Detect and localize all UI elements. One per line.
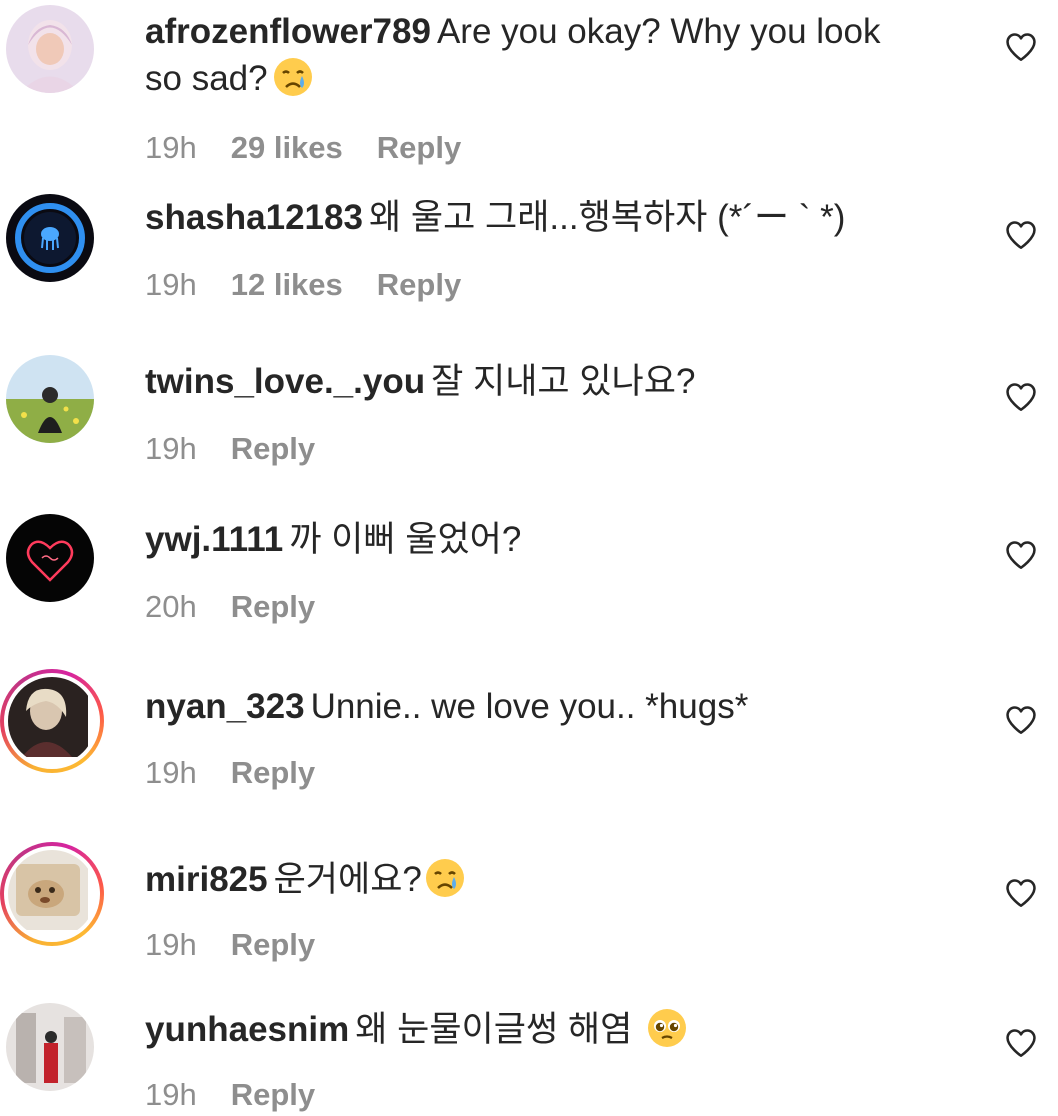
crying-face-emoji-icon (273, 58, 312, 96)
comment-time: 19h (145, 431, 197, 466)
comment-meta: 19h Reply (145, 927, 349, 963)
comment-meta: 19h 29 likes Reply (145, 130, 495, 166)
comment-likes[interactable]: 29 likes (231, 130, 343, 165)
heart-outline-icon[interactable] (1004, 218, 1038, 252)
avatar-image (6, 1003, 94, 1091)
reply-button[interactable]: Reply (231, 755, 315, 790)
comment-likes[interactable]: 12 likes (231, 267, 343, 302)
avatar[interactable] (6, 514, 94, 602)
avatar[interactable] (6, 5, 94, 93)
avatar-story-ring[interactable] (0, 842, 104, 946)
reply-button[interactable]: Reply (231, 589, 315, 624)
comment-text: yunhaesnim 왜 눈물이글썽 해염 (145, 1006, 925, 1053)
heart-outline-icon[interactable] (1004, 538, 1038, 572)
avatar[interactable] (6, 355, 94, 443)
heart-outline-icon[interactable] (1004, 876, 1038, 910)
avatar-story-ring[interactable] (0, 669, 104, 773)
avatar[interactable] (6, 1003, 94, 1091)
comment-message: 왜 눈물이글썽 해염 (355, 1010, 633, 1049)
pleading-face-emoji-icon (648, 1009, 687, 1047)
avatar-image (8, 850, 88, 930)
reply-button[interactable]: Reply (377, 267, 461, 302)
comment-username[interactable]: twins_love._.you (145, 362, 425, 401)
comment-time: 19h (145, 755, 197, 790)
comment-meta: 19h Reply (145, 1077, 349, 1113)
heart-outline-icon[interactable] (1004, 380, 1038, 414)
reply-button[interactable]: Reply (377, 130, 461, 165)
comment-meta: 19h 12 likes Reply (145, 267, 495, 303)
comment-text: miri825 운거에요? (145, 856, 925, 903)
comment-username[interactable]: nyan_323 (145, 687, 305, 726)
comment-message: Unnie.. we love you.. *hugs* (310, 687, 749, 726)
comment-time: 19h (145, 927, 197, 962)
comment-username[interactable]: afrozenflower789 (145, 12, 431, 51)
comment-text: nyan_323 Unnie.. we love you.. *hugs* (145, 683, 925, 730)
reply-button[interactable]: Reply (231, 927, 315, 962)
comment-text: twins_love._.you 잘 지내고 있나요? (145, 358, 925, 405)
avatar-image (6, 194, 94, 282)
comment-text: ywj.1111 까 이뻐 울었어? (145, 516, 925, 563)
comment-message: 운거에요? (273, 860, 422, 899)
comment-message: 왜 울고 그래...행복하자 (*´ー ` *) (368, 198, 846, 237)
heart-outline-icon[interactable] (1004, 703, 1038, 737)
comment-text: afrozenflower789 Are you okay? Why you lo… (145, 8, 925, 102)
reply-button[interactable]: Reply (231, 1077, 315, 1112)
comment-meta: 19h Reply (145, 431, 349, 467)
comment-time: 20h (145, 589, 197, 624)
comment-username[interactable]: ywj.1111 (145, 520, 283, 559)
comment-time: 19h (145, 1077, 197, 1112)
comment-meta: 20h Reply (145, 589, 349, 625)
comment-message: 잘 지내고 있나요? (431, 362, 696, 401)
crying-face-emoji-icon (425, 859, 464, 897)
comment-meta: 19h Reply (145, 755, 349, 791)
comment-text: shasha12183 왜 울고 그래...행복하자 (*´ー ` *) (145, 194, 925, 241)
avatar[interactable] (6, 194, 94, 282)
comment-username[interactable]: shasha12183 (145, 198, 363, 237)
heart-outline-icon[interactable] (1004, 30, 1038, 64)
avatar-image (8, 677, 88, 757)
comment-time: 19h (145, 130, 197, 165)
avatar-image (6, 5, 94, 93)
comment-username[interactable]: miri825 (145, 860, 268, 899)
comment-message: 까 이뻐 울었어? (289, 520, 522, 559)
heart-outline-icon[interactable] (1004, 1026, 1038, 1060)
comment-time: 19h (145, 267, 197, 302)
comment-username[interactable]: yunhaesnim (145, 1010, 349, 1049)
reply-button[interactable]: Reply (231, 431, 315, 466)
avatar-image (6, 355, 94, 443)
avatar-image (6, 514, 94, 602)
